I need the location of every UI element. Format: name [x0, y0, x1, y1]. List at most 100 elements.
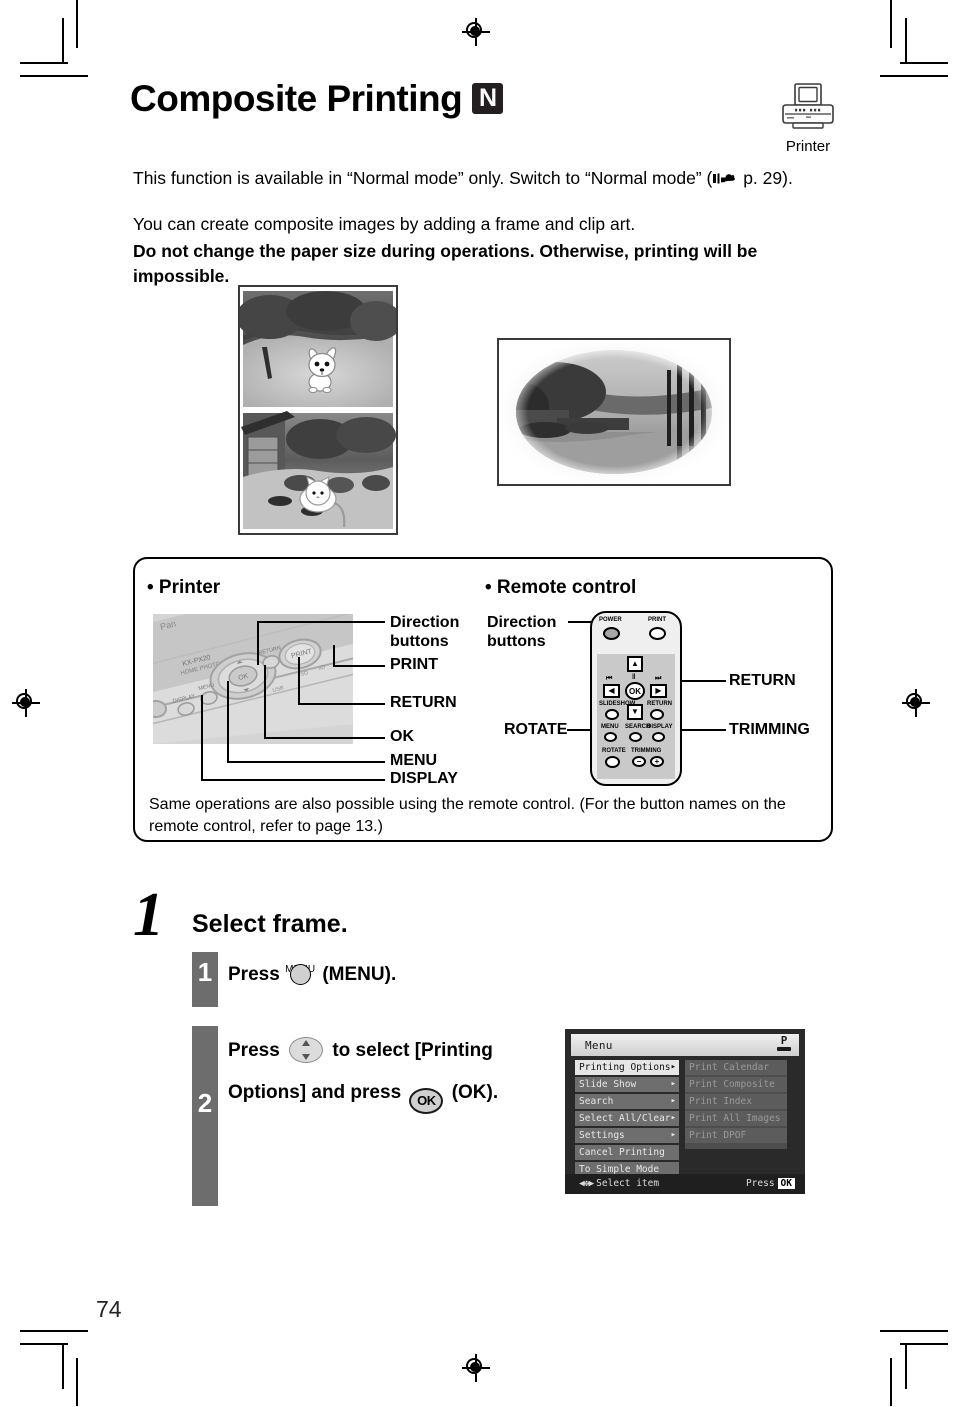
callout-note-text: Same operations are also possible using … [149, 796, 786, 835]
substep-2-mid: to select [Printing [332, 1040, 493, 1061]
remote-search-button[interactable] [629, 732, 642, 742]
chevron-right-icon: ▸ [670, 1096, 676, 1106]
lcd-menu-screenshot: Menu P Printing Options ▸ Slide Show ▸ Searc… [565, 1029, 805, 1194]
paper-status-icon: P [777, 1035, 791, 1051]
remote-power-button[interactable] [603, 627, 620, 640]
lcd-menu-item[interactable]: Select All/Clear ▸ [575, 1111, 679, 1126]
step-number: 1 [133, 881, 164, 949]
page-number: 74 [96, 1296, 122, 1322]
page-title-text: Composite Printing [130, 78, 463, 119]
substep-2-text: Press to select [Printing Options] and p… [228, 1030, 498, 1114]
pointing-hand-icon [713, 168, 737, 193]
remote-return-label: RETURN [647, 701, 672, 707]
crop-mark-bottom-left-v2 [62, 1343, 64, 1389]
remote-print-button[interactable] [649, 627, 666, 640]
menu-button-glyph[interactable]: MENU [285, 963, 315, 985]
intro-line2: You can create composite images by addin… [133, 214, 636, 234]
lcd-submenu-item[interactable]: Print All Images [685, 1111, 787, 1126]
printer-label-print: PRINT [390, 656, 438, 673]
remote-display-label: DISPLAY [647, 724, 673, 730]
callout-heading-remote: • Remote control [485, 577, 637, 598]
sample-photo-clipart-art [236, 291, 402, 529]
remote-print-label: PRINT [648, 617, 666, 623]
direction-down-arrow-icon [302, 1054, 311, 1060]
lcd-submenu-item[interactable]: Print DPOF [685, 1128, 787, 1143]
crop-mark-top-right-h2 [880, 75, 948, 77]
remote-display-button[interactable] [652, 732, 665, 742]
substep-1-press-word: Press [228, 964, 280, 985]
remote-trim-minus-glyph: − [636, 757, 642, 766]
chevron-right-icon: ▸ [670, 1079, 676, 1089]
remote-trim-plus-glyph: + [654, 757, 660, 766]
remote-slideshow-button[interactable] [605, 709, 619, 720]
sample-photo-clipart [236, 285, 402, 535]
remote-down-glyph: ▼ [631, 707, 639, 716]
remote-label-trimming: TRIMMING [729, 721, 810, 738]
leader-return-h [298, 703, 385, 705]
registration-mark-left [12, 689, 40, 717]
remote-left-button[interactable]: ◀ [603, 684, 620, 698]
substep-1-text: Press MENU (MENU). [228, 956, 396, 993]
remote-up-button[interactable]: ▲ [627, 656, 643, 672]
crop-mark-bottom-right-v [890, 1358, 892, 1406]
lcd-submenu-item[interactable]: Print Calendar [685, 1060, 787, 1075]
crop-mark-top-left-h [20, 62, 68, 64]
remote-label-direction-buttons: Direction buttons [487, 613, 556, 651]
crop-mark-bottom-left-h2 [20, 1330, 88, 1332]
remote-next-label: ⏭ [655, 675, 662, 682]
leader-display-v [201, 695, 203, 781]
substep-1: 1 Press MENU (MENU). [192, 952, 612, 1012]
crop-mark-top-left-v2 [62, 18, 64, 62]
leader-ok-h [264, 737, 385, 739]
remote-right-button[interactable]: ▶ [650, 684, 667, 698]
remote-rotate-button[interactable] [605, 756, 620, 768]
intro-line1-after: p. 29). [738, 168, 793, 188]
direction-button-glyph[interactable] [289, 1037, 324, 1063]
ok-button-label: OK [417, 1093, 436, 1108]
leader-print-v [333, 645, 335, 667]
lcd-menu-item-label: Settings [579, 1130, 625, 1141]
lcd-menu-item[interactable]: Search ▸ [575, 1094, 679, 1109]
remote-trimming-label: TRIMMING [631, 748, 662, 754]
lcd-menu-item[interactable]: Slide Show ▸ [575, 1077, 679, 1092]
ok-button-glyph[interactable]: OK [409, 1088, 444, 1114]
crop-mark-bottom-left-v [76, 1358, 78, 1406]
remote-control-illustration: POWER PRINT ▲ ⏮ ‖ ⏭ ◀ OK ▶ ▼ SLIDESHOW R… [590, 611, 682, 786]
lcd-menu-column-right: Print Calendar Print Composite Print Index… [685, 1060, 787, 1149]
remote-trimming-minus-button[interactable]: − [632, 756, 646, 767]
lcd-menu-item-label: Search [579, 1096, 614, 1107]
chevron-right-icon: ▸ [670, 1062, 676, 1072]
sample-photo-frame [497, 338, 731, 486]
lcd-submenu-item[interactable]: Print Composite [685, 1077, 787, 1092]
remote-trimming-plus-button[interactable]: + [650, 756, 664, 767]
crop-mark-bottom-left-h [20, 1343, 68, 1345]
remote-prev-label: ⏮ [606, 675, 613, 682]
lcd-menu-item-label: Printing Options [579, 1062, 671, 1073]
crop-mark-top-left-h2 [20, 75, 88, 77]
lcd-menu-item-label: Slide Show [579, 1079, 637, 1090]
leader-direction [257, 621, 259, 665]
crop-mark-bottom-right-h [900, 1343, 948, 1345]
substep-2-number: 2 [192, 1026, 218, 1206]
lcd-menu-item[interactable]: Settings ▸ [575, 1128, 679, 1143]
remote-label-direction-line2: buttons [487, 633, 546, 650]
remote-menu-button[interactable] [604, 732, 617, 742]
printer-label-display: DISPLAY [390, 770, 458, 787]
remote-ok-button[interactable]: OK [625, 682, 645, 700]
remote-label-direction-line1: Direction [487, 614, 557, 631]
lcd-submenu-item-label: Print Index [689, 1096, 752, 1107]
printer-label-direction-line1: Direction [390, 614, 460, 631]
substep-1-tail: (MENU). [322, 964, 397, 985]
lcd-submenu-item[interactable]: Print Index [685, 1094, 787, 1109]
lcd-footer-press-text: Press [745, 1178, 775, 1189]
remote-return-button[interactable] [650, 709, 664, 720]
crop-mark-top-left-v [76, 0, 78, 48]
substep-1-number: 1 [192, 952, 218, 1007]
lcd-footer-bar: ◀✥▶ Select item Press OK [565, 1174, 805, 1194]
lcd-menu-item[interactable]: Printing Options ▸ [575, 1060, 679, 1075]
printer-label-return: RETURN [390, 694, 457, 711]
printer-panel-art: Pan KX-PX20 HOME PHOTO PRINTER OK PRINT … [153, 614, 353, 744]
registration-mark-bottom [462, 1354, 490, 1382]
leader-display-h [201, 779, 385, 781]
lcd-menu-item[interactable]: Cancel Printing [575, 1145, 679, 1160]
